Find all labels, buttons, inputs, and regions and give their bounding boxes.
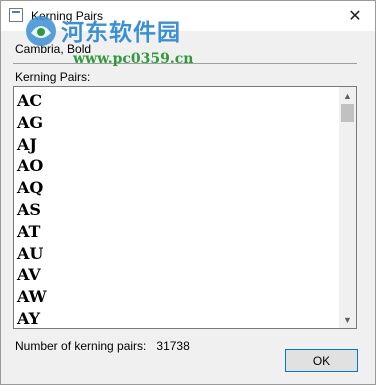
list-item[interactable]: AQ	[17, 177, 337, 199]
kerning-pairs-label: Kerning Pairs:	[15, 70, 91, 84]
app-icon	[9, 8, 23, 22]
list-item[interactable]: AC	[17, 90, 337, 112]
list-item[interactable]: AG	[17, 112, 337, 134]
scroll-up-arrow-icon[interactable]: ▲	[339, 87, 356, 104]
list-item[interactable]: AT	[17, 221, 337, 243]
separator	[13, 63, 357, 64]
title-bar[interactable]: Kerning Pairs ✕	[1, 1, 375, 31]
list-item[interactable]: AU	[17, 243, 337, 265]
list-item[interactable]: AY	[17, 308, 337, 328]
kerning-pairs-dialog: Kerning Pairs ✕ Cambria, Bold 河东软件园 www.…	[0, 0, 376, 385]
scrollbar-thumb[interactable]	[341, 104, 354, 122]
pair-count-value: 31738	[156, 339, 190, 353]
scroll-down-arrow-icon[interactable]: ▼	[339, 311, 356, 328]
list-item[interactable]: AS	[17, 199, 337, 221]
list-item[interactable]: AW	[17, 286, 337, 308]
ok-button[interactable]: OK	[285, 349, 358, 372]
kerning-pairs-items: AC AG AJ AO AQ AS AT AU AV AW AY	[17, 90, 337, 328]
list-item[interactable]: AO	[17, 155, 337, 177]
pair-count: Number of kerning pairs: 31738	[15, 339, 190, 353]
kerning-pairs-listbox[interactable]: AC AG AJ AO AQ AS AT AU AV AW AY ▲ ▼	[13, 86, 357, 329]
vertical-scrollbar[interactable]: ▲ ▼	[339, 87, 356, 328]
font-name-label: Cambria, Bold	[15, 42, 92, 56]
list-item[interactable]: AV	[17, 264, 337, 286]
watermark-url: www.pc0359.cn	[73, 51, 194, 67]
close-button[interactable]: ✕	[335, 1, 375, 31]
pair-count-label: Number of kerning pairs:	[15, 339, 147, 353]
list-item[interactable]: AJ	[17, 134, 337, 156]
window-title: Kerning Pairs	[31, 9, 104, 23]
